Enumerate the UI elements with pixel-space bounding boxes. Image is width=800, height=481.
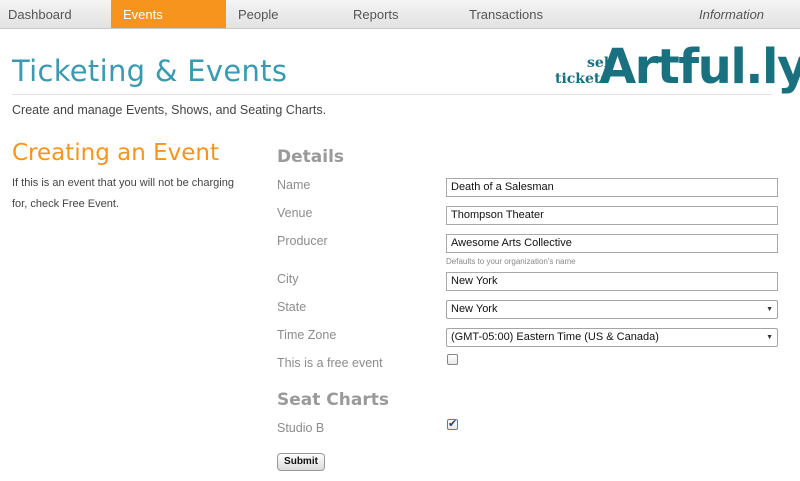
free-event-label: This is a free event bbox=[277, 356, 383, 370]
nav-people[interactable]: People bbox=[238, 0, 298, 28]
help-text: If this is an event that you will not be… bbox=[12, 177, 234, 210]
nav-reports[interactable]: Reports bbox=[353, 0, 423, 28]
details-heading: Details bbox=[277, 147, 345, 167]
state-select[interactable]: New York ▼ bbox=[446, 300, 778, 319]
nav-information[interactable]: Information bbox=[699, 0, 779, 28]
name-label: Name bbox=[277, 178, 311, 192]
city-input[interactable]: New York bbox=[446, 272, 778, 291]
artfully-logo[interactable]: sell tickets Artful.ly bbox=[553, 38, 800, 100]
seat-chart-label: Studio B bbox=[277, 421, 325, 435]
state-select-value: New York bbox=[451, 303, 498, 315]
venue-input[interactable]: Thompson Theater bbox=[446, 206, 778, 225]
page-title: Ticketing & Events bbox=[12, 54, 288, 88]
nav-transactions[interactable]: Transactions bbox=[469, 0, 559, 28]
nav-dashboard[interactable]: Dashboard bbox=[8, 0, 88, 28]
section-heading: Creating an Event bbox=[12, 140, 220, 166]
main-nav: Dashboard Events People Reports Transact… bbox=[0, 0, 800, 29]
name-input[interactable]: Death of a Salesman bbox=[446, 178, 778, 197]
state-label: State bbox=[277, 300, 307, 314]
timezone-select-value: (GMT-05:00) Eastern Time (US & Canada) bbox=[451, 331, 659, 343]
city-label: City bbox=[277, 272, 299, 286]
venue-label: Venue bbox=[277, 206, 313, 220]
logo-brand-text: Artful.ly bbox=[599, 39, 800, 95]
dropdown-arrow-icon: ▼ bbox=[766, 306, 773, 313]
free-event-checkbox[interactable] bbox=[447, 354, 458, 365]
timezone-select[interactable]: (GMT-05:00) Eastern Time (US & Canada) ▼ bbox=[446, 328, 778, 347]
submit-button[interactable]: Submit bbox=[277, 453, 325, 471]
header-divider bbox=[12, 94, 772, 95]
dropdown-arrow-icon: ▼ bbox=[766, 334, 773, 341]
producer-label: Producer bbox=[277, 234, 328, 248]
seat-chart-checkbox[interactable] bbox=[447, 417, 458, 430]
producer-hint: Defaults to your organization's name bbox=[446, 257, 576, 266]
page-subtitle: Create and manage Events, Shows, and Sea… bbox=[12, 103, 327, 117]
nav-events[interactable]: Events bbox=[111, 0, 226, 28]
seat-charts-heading: Seat Charts bbox=[277, 390, 389, 410]
timezone-label: Time Zone bbox=[277, 328, 337, 342]
producer-input[interactable]: Awesome Arts Collective bbox=[446, 234, 778, 253]
